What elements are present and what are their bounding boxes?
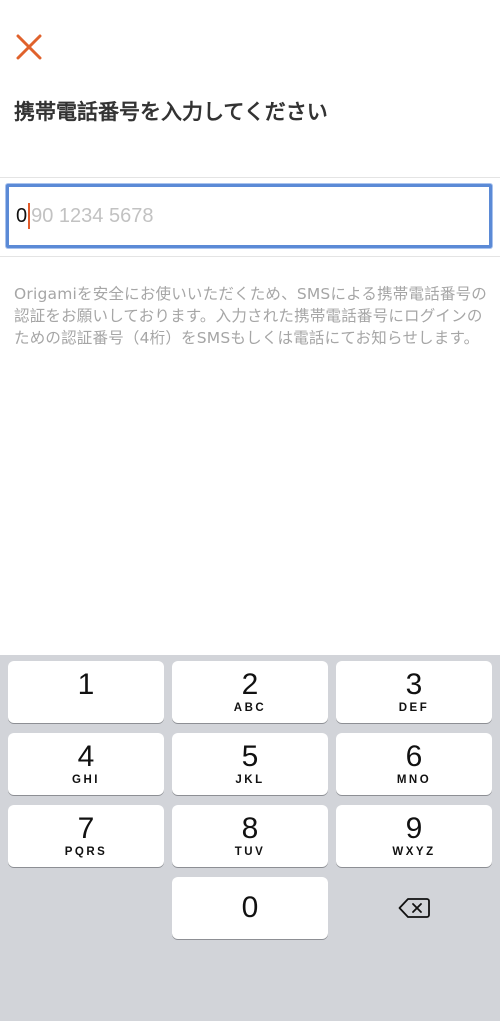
key-digit: 4 [77, 739, 95, 773]
key-letters: MNO [396, 773, 432, 786]
key-3[interactable]: 3 DEF [336, 661, 492, 723]
key-8[interactable]: 8 TUV [172, 805, 328, 867]
key-digit: 5 [241, 739, 259, 773]
backspace-button[interactable] [336, 877, 492, 939]
page-title: 携帯電話番号を入力してください [14, 100, 328, 124]
phone-number-input[interactable]: 0 90 1234 5678 [6, 184, 492, 248]
phone-input-placeholder: 90 1234 5678 [31, 204, 154, 227]
key-letters: PQRS [64, 845, 108, 858]
key-digit: 0 [241, 891, 259, 924]
key-letters: GHI [72, 773, 100, 786]
key-2[interactable]: 2 ABC [172, 661, 328, 723]
key-letters: WXYZ [392, 845, 436, 858]
close-button[interactable] [12, 30, 46, 64]
key-5[interactable]: 5 JKL [172, 733, 328, 795]
text-caret [28, 203, 31, 229]
sms-verification-note: Origamiを安全にお使いいただくため、SMSによる携帯電話番号の認証をお願い… [14, 285, 488, 347]
phone-entry-screen: 携帯電話番号を入力してください 0 90 1234 5678 Origamiを安… [0, 0, 500, 1021]
key-0[interactable]: 0 [172, 877, 328, 939]
key-digit: 6 [405, 739, 423, 773]
key-digit: 8 [241, 811, 259, 845]
key-6[interactable]: 6 MNO [336, 733, 492, 795]
key-letters: ABC [233, 701, 267, 714]
key-1[interactable]: 1 [8, 661, 164, 723]
key-4[interactable]: 4 GHI [8, 733, 164, 795]
key-digit: 2 [241, 667, 259, 701]
phone-input-content: 0 90 1234 5678 [16, 187, 153, 245]
key-9[interactable]: 9 WXYZ [336, 805, 492, 867]
key-digit: 3 [405, 667, 423, 701]
key-digit: 7 [77, 811, 95, 845]
backspace-icon [398, 898, 430, 918]
numeric-keypad: 1 2 ABC 3 DEF 4 GHI 5 JKL 6 MNO 7 PQRS 8 [0, 655, 500, 1021]
key-7[interactable]: 7 PQRS [8, 805, 164, 867]
key-digit: 9 [405, 811, 423, 845]
key-letters: DEF [398, 701, 430, 714]
key-digit: 1 [77, 667, 95, 701]
key-letters: TUV [234, 845, 266, 858]
phone-input-value: 0 [16, 204, 28, 227]
key-letters: JKL [235, 773, 265, 786]
close-icon [16, 34, 42, 60]
phone-field-container: 0 90 1234 5678 [0, 177, 500, 257]
